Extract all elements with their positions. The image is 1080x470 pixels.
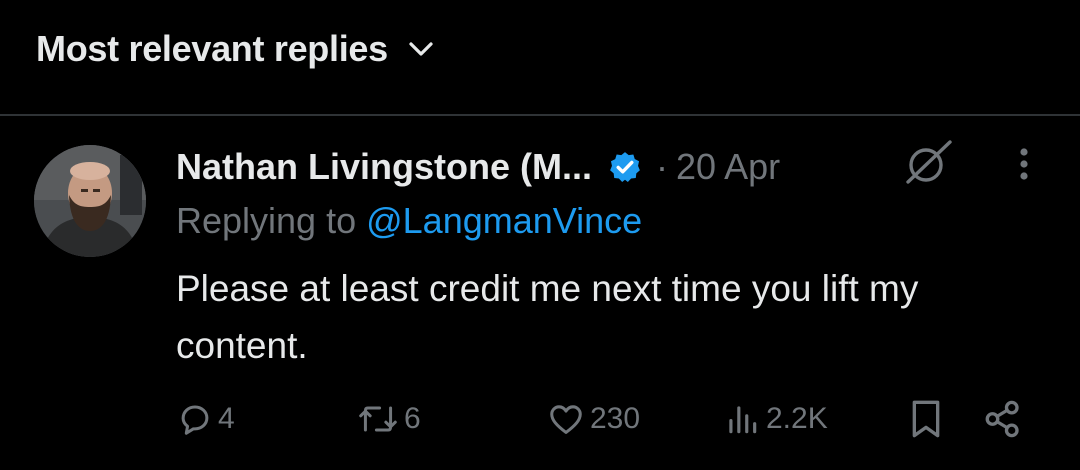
like-button[interactable]: 230 <box>546 396 640 442</box>
repost-count: 6 <box>404 402 421 435</box>
share-button[interactable] <box>982 396 1024 442</box>
author-name[interactable]: Nathan Livingstone (M... <box>176 146 592 188</box>
replying-to-label: Replying to <box>176 200 367 241</box>
bookmark-icon <box>912 400 940 438</box>
views-button[interactable]: 2.2K <box>722 396 828 442</box>
repost-button[interactable]: 6 <box>356 396 421 442</box>
share-icon <box>985 400 1019 438</box>
reply-count: 4 <box>218 402 235 435</box>
heart-icon <box>550 405 582 434</box>
verified-badge-icon[interactable] <box>608 150 642 184</box>
separator-dot: · <box>656 146 669 187</box>
avatar[interactable] <box>34 145 146 257</box>
replying-to-line: Replying to @LangmanVince <box>176 200 642 242</box>
action-bar: 4 6 230 2.2K <box>176 396 1056 442</box>
repost-icon <box>359 406 397 432</box>
divider <box>0 114 1080 116</box>
grok-icon[interactable] <box>904 138 954 186</box>
chevron-down-icon <box>409 42 433 56</box>
mention-link[interactable]: @LangmanVince <box>366 200 642 241</box>
reply-text: Please at least credit me next time you … <box>176 268 919 366</box>
like-count: 230 <box>590 402 641 435</box>
view-count: 2.2K <box>766 402 828 435</box>
more-options-icon[interactable] <box>1006 144 1042 184</box>
analytics-icon <box>729 406 757 434</box>
reply-icon <box>181 405 209 435</box>
timestamp[interactable]: 20 Apr <box>676 146 780 188</box>
sort-label: Most relevant replies <box>36 28 388 69</box>
bookmark-button[interactable] <box>906 396 946 442</box>
reply-button[interactable]: 4 <box>176 396 235 442</box>
sort-selector[interactable]: Most relevant replies <box>36 26 436 72</box>
